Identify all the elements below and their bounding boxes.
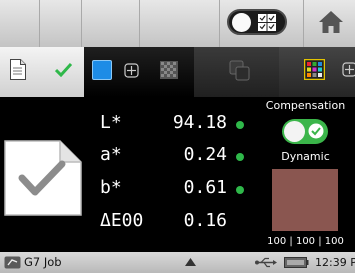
status-dot xyxy=(236,186,244,194)
value-label: ΔE00 xyxy=(100,210,144,231)
toolbar-cell-4 xyxy=(140,0,220,47)
status-dot xyxy=(236,153,244,161)
value-number: 0.16 xyxy=(183,210,227,231)
mode-toggle[interactable] xyxy=(227,9,287,35)
triangle-up-icon[interactable] xyxy=(185,258,196,266)
value-label: b* xyxy=(100,177,122,198)
toggle-knob xyxy=(232,13,251,32)
value-number: 0.24 xyxy=(183,144,227,165)
g7-job-icon xyxy=(4,256,21,269)
document-icon xyxy=(10,59,26,80)
check-icon xyxy=(308,123,324,139)
toolbar-cell-2 xyxy=(40,0,82,47)
color-swatch xyxy=(272,169,338,231)
crosshair-icon xyxy=(342,62,355,77)
value-row-de00: ΔE00 0.16 xyxy=(100,210,250,238)
value-row-l: L* 94.18 xyxy=(100,112,250,140)
clock: 12:39 P xyxy=(315,256,355,269)
value-label: a* xyxy=(100,144,122,165)
overlap-squares-icon xyxy=(229,60,250,81)
swatch-rgb-values: 100 | 100 | 100 xyxy=(267,236,344,247)
tab-patch-target[interactable] xyxy=(279,47,355,97)
toolbar-cell-3 xyxy=(82,0,140,47)
blue-square-icon xyxy=(92,60,112,80)
checkmark-icon xyxy=(55,63,72,77)
patch-grid-icon xyxy=(160,61,178,79)
tab-bar xyxy=(0,47,355,97)
status-bar: G7 Job 12:39 P xyxy=(0,252,355,273)
top-toolbar xyxy=(0,0,355,47)
value-number: 94.18 xyxy=(172,112,227,133)
value-row-b: b* 0.61 xyxy=(100,177,250,205)
value-number: 0.61 xyxy=(183,177,227,198)
compensation-toggle[interactable] xyxy=(282,119,328,144)
battery-icon xyxy=(284,257,309,268)
tab-measure[interactable] xyxy=(84,47,194,97)
grid-check-icon xyxy=(258,14,276,31)
tab-compare[interactable] xyxy=(194,47,279,97)
home-icon[interactable] xyxy=(318,10,344,34)
usb-icon xyxy=(255,257,277,268)
value-row-a: a* 0.24 xyxy=(100,144,250,172)
dynamic-label: Dynamic xyxy=(281,150,330,163)
crosshair-icon xyxy=(124,63,139,78)
toolbar-cell-1 xyxy=(0,0,40,47)
colored-patch-icon xyxy=(304,59,325,80)
value-label: L* xyxy=(100,112,122,133)
toggle-knob xyxy=(284,121,305,142)
tab-document-check[interactable] xyxy=(0,47,84,97)
compensation-label: Compensation xyxy=(265,99,346,112)
toolbar-divider xyxy=(303,0,304,47)
status-dot xyxy=(236,121,244,129)
document-check-icon xyxy=(4,140,82,216)
job-label: G7 Job xyxy=(24,255,62,269)
